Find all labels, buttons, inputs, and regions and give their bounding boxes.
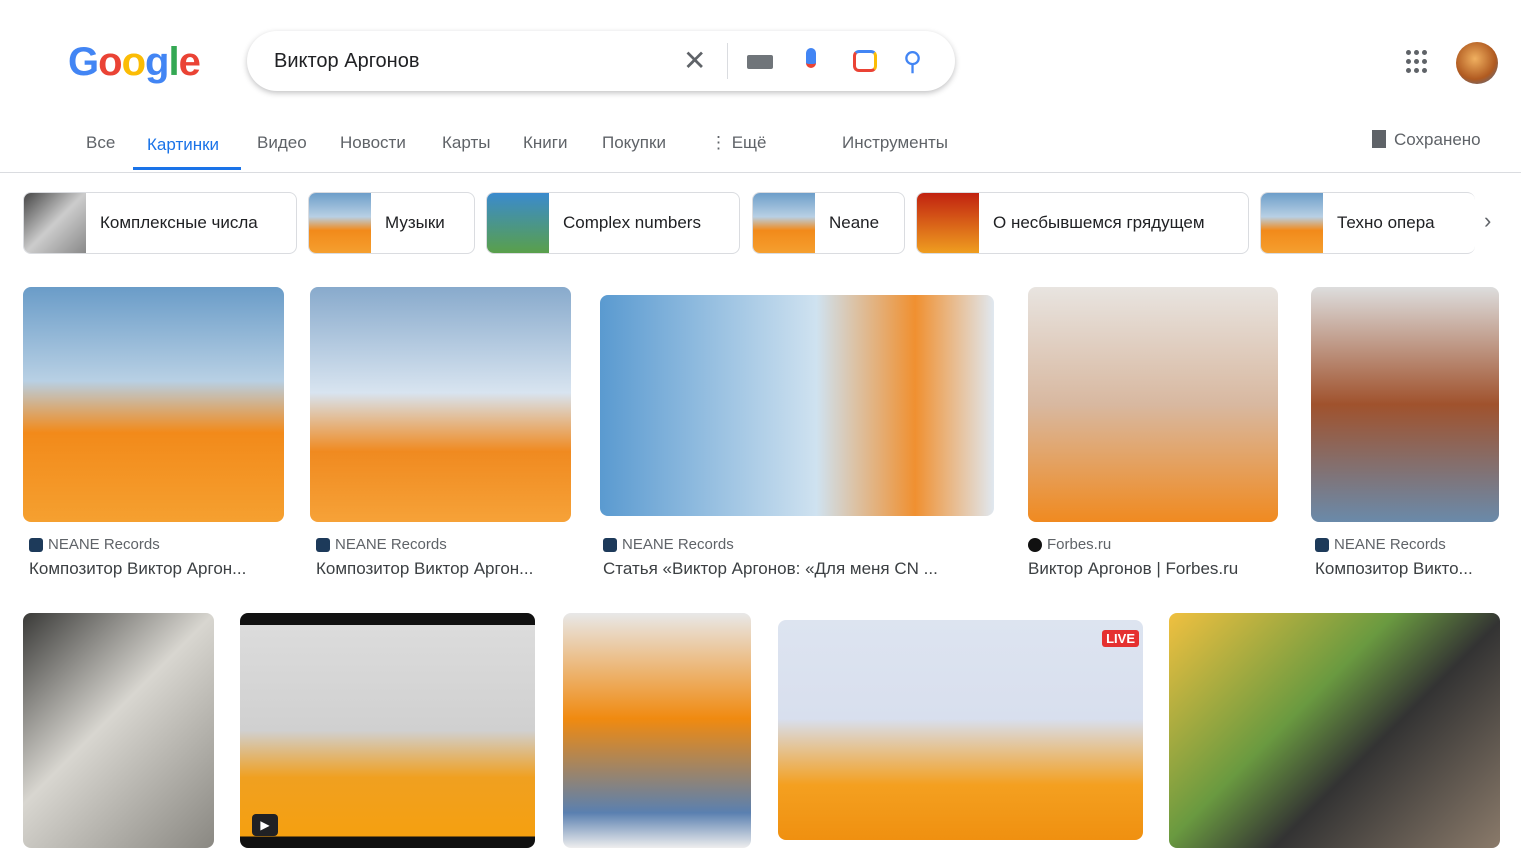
result-image[interactable] [1028, 287, 1278, 522]
search-box[interactable]: Виктор Аргонов ✕ ⚲ [247, 31, 955, 91]
live-badge: LIVE [1102, 630, 1139, 647]
tab-maps[interactable]: Карты [442, 133, 490, 153]
result-image[interactable] [23, 613, 214, 848]
site-icon [1315, 537, 1329, 552]
chip-label: Neane [829, 213, 880, 232]
tab-all[interactable]: Все [86, 133, 115, 153]
chip-label: О несбывшемся грядущем [993, 213, 1205, 232]
source-label: NEANE Records [1334, 536, 1446, 553]
google-logo[interactable]: Google [68, 40, 201, 85]
site-icon [29, 537, 43, 552]
chip-thumbnail [24, 193, 86, 253]
search-icon[interactable]: ⚲ [903, 46, 922, 76]
close-icon[interactable]: ✕ [683, 46, 706, 76]
tab-shopping[interactable]: Покупки [602, 133, 666, 153]
site-icon [316, 537, 330, 552]
result-source[interactable]: NEANE Records [603, 536, 734, 553]
site-icon [603, 537, 617, 552]
divider [727, 43, 728, 79]
result-title[interactable]: Композитор Виктор Аргон... [316, 559, 533, 579]
active-tab-indicator [133, 167, 241, 170]
keyboard-icon[interactable] [747, 55, 773, 69]
result-source[interactable]: NEANE Records [1315, 536, 1446, 553]
tab-images[interactable]: Картинки [147, 135, 219, 155]
source-label: NEANE Records [622, 536, 734, 553]
result-title[interactable]: Статья «Виктор Аргонов: «Для меня CN ... [603, 559, 938, 579]
result-image[interactable] [600, 295, 994, 516]
result-source[interactable]: NEANE Records [316, 536, 447, 553]
tab-books[interactable]: Книги [523, 133, 567, 153]
result-title[interactable]: Композитор Виктор Аргон... [29, 559, 246, 579]
saved-button[interactable]: Сохранено [1372, 130, 1481, 150]
result-image[interactable]: LIVE [778, 620, 1143, 840]
avatar[interactable] [1456, 42, 1498, 84]
mic-icon[interactable] [806, 48, 816, 68]
chip-label: Комплексные числа [100, 213, 258, 232]
header-divider [0, 172, 1521, 173]
forbes-icon [1028, 537, 1042, 552]
search-input[interactable]: Виктор Аргонов [274, 50, 419, 73]
bookmark-icon [1372, 130, 1386, 148]
tab-more[interactable]: ⋮ Ещё [710, 133, 767, 153]
tools-button[interactable]: Инструменты [842, 133, 948, 153]
chip[interactable]: Комплексные числа [23, 192, 297, 254]
play-icon: ▶ [252, 814, 278, 836]
chip[interactable]: Музыки [308, 192, 475, 254]
tab-news[interactable]: Новости [340, 133, 406, 153]
result-image[interactable]: ▶ [240, 613, 535, 848]
source-label: NEANE Records [48, 536, 160, 553]
result-title[interactable]: Виктор Аргонов | Forbes.ru [1028, 559, 1238, 579]
chip-label: Музыки [385, 213, 445, 232]
result-source[interactable]: Forbes.ru [1028, 536, 1111, 553]
chip[interactable]: Complex numbers [486, 192, 740, 254]
chip[interactable]: Техно опера [1260, 192, 1475, 254]
chip[interactable]: О несбывшемся грядущем [916, 192, 1249, 254]
saved-label: Сохранено [1394, 130, 1481, 149]
result-image[interactable] [23, 287, 284, 522]
chip-thumbnail [309, 193, 371, 253]
chip-thumbnail [917, 193, 979, 253]
lens-icon[interactable] [853, 50, 877, 72]
chip-label: Техно опера [1337, 213, 1435, 232]
source-label: NEANE Records [335, 536, 447, 553]
result-image[interactable] [1169, 613, 1500, 848]
chip-label: Complex numbers [563, 213, 701, 232]
chip[interactable]: Neane [752, 192, 905, 254]
apps-icon[interactable] [1406, 50, 1430, 74]
chip-thumbnail [487, 193, 549, 253]
result-title[interactable]: Композитор Викто... [1315, 559, 1473, 579]
result-image[interactable] [310, 287, 571, 522]
chevron-right-icon[interactable]: › [1484, 208, 1491, 234]
result-image[interactable] [563, 613, 751, 848]
chip-thumbnail [1261, 193, 1323, 253]
result-image[interactable] [1311, 287, 1499, 522]
source-label: Forbes.ru [1047, 536, 1112, 553]
tab-video[interactable]: Видео [257, 133, 307, 153]
result-source[interactable]: NEANE Records [29, 536, 160, 553]
chip-thumbnail [753, 193, 815, 253]
